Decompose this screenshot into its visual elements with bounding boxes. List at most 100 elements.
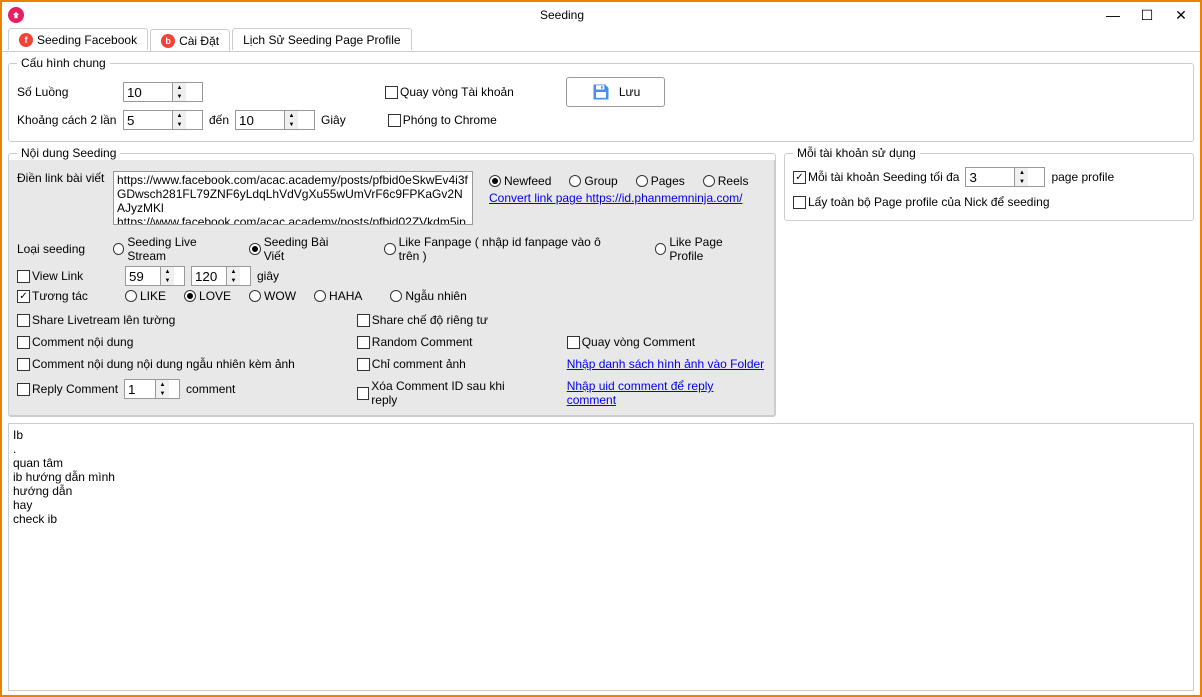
radio-icon — [489, 175, 501, 187]
facebook-icon: f — [19, 33, 33, 47]
chevron-up-icon[interactable]: ▲ — [156, 380, 169, 389]
gap-unit-label: Giây — [321, 113, 346, 127]
save-icon — [591, 82, 611, 102]
tab-label: Lịch Sử Seeding Page Profile — [243, 33, 400, 47]
gap-from-spinner[interactable]: ▲▼ — [123, 110, 203, 130]
checkbox-icon — [17, 270, 30, 283]
tab-settings[interactable]: b Cài Đặt — [150, 29, 230, 51]
radio-reels[interactable]: Reels — [703, 174, 749, 188]
seeding-type-label: Loại seeding — [17, 242, 107, 256]
commentrandimg-checkbox[interactable]: Comment nội dung nội dung ngẫu nhiên kèm… — [17, 357, 317, 371]
rotatecomment-checkbox[interactable]: Quay vòng Comment — [567, 335, 766, 349]
view-to-spinner[interactable]: ▲▼ — [191, 266, 251, 286]
chevron-down-icon[interactable]: ▼ — [161, 276, 174, 285]
zoom-chrome-checkbox[interactable]: Phóng to Chrome — [388, 113, 497, 127]
chevron-down-icon[interactable]: ▼ — [1015, 177, 1028, 186]
comments-textarea[interactable]: Ib . quan tâm ib hướng dẫn mình hướng dẫ… — [8, 423, 1194, 691]
reply-checkbox[interactable]: Reply Comment — [17, 382, 118, 396]
maximize-button[interactable]: ☐ — [1134, 5, 1160, 25]
allpage-checkbox[interactable]: Lấy toàn bộ Page profile của Nick để see… — [793, 195, 1050, 209]
threads-input[interactable] — [124, 83, 172, 101]
gap-to-label: đến — [209, 113, 229, 127]
account-usage-group: Mỗi tài khoản sử dụng Mỗi tài khoản Seed… — [784, 146, 1194, 221]
checkbox-icon — [357, 314, 370, 327]
radio-icon — [125, 290, 137, 302]
checkbox-icon — [388, 114, 401, 127]
commentnd-checkbox[interactable]: Comment nội dung — [17, 335, 317, 349]
chevron-up-icon[interactable]: ▲ — [285, 111, 298, 120]
checkbox-icon — [385, 86, 398, 99]
radio-icon — [113, 243, 124, 255]
radio-love[interactable]: LOVE — [184, 289, 231, 303]
delcommentid-checkbox[interactable]: Xóa Comment ID sau khi reply — [357, 379, 527, 407]
reply-count-spinner[interactable]: ▲▼ — [124, 379, 180, 399]
sharelive-checkbox[interactable]: Share Livetream lên tường — [17, 313, 317, 327]
tab-history[interactable]: Lịch Sử Seeding Page Profile — [232, 28, 411, 50]
links-textarea[interactable] — [113, 171, 473, 225]
shareprivate-checkbox[interactable]: Share chế độ riêng tư — [357, 313, 527, 327]
radio-newfeed[interactable]: Newfeed — [489, 174, 551, 188]
rotate-account-checkbox[interactable]: Quay vòng Tài khoản — [385, 85, 514, 99]
app-icon — [8, 7, 24, 23]
view-from-input[interactable] — [126, 267, 160, 285]
radio-like[interactable]: LIKE — [125, 289, 166, 303]
minimize-button[interactable]: — — [1100, 5, 1126, 25]
max-suffix-label: page profile — [1051, 170, 1114, 184]
chevron-up-icon[interactable]: ▲ — [1015, 168, 1028, 177]
radio-icon — [249, 243, 260, 255]
max-seeding-checkbox[interactable]: Mỗi tài khoản Seeding tối đa — [793, 170, 959, 184]
gap-from-input[interactable] — [124, 111, 172, 129]
save-button[interactable]: Lưu — [566, 77, 665, 107]
imgfolder-link[interactable]: Nhập danh sách hình ảnh vào Folder — [567, 357, 766, 371]
close-button[interactable]: ✕ — [1168, 5, 1194, 25]
radio-wow[interactable]: WOW — [249, 289, 296, 303]
chevron-down-icon[interactable]: ▼ — [285, 120, 298, 129]
checkbox-icon — [793, 171, 806, 184]
radio-pageprofile[interactable]: Like Page Profile — [655, 235, 754, 263]
radio-group[interactable]: Group — [569, 174, 617, 188]
save-label: Lưu — [619, 85, 640, 99]
radio-livestream[interactable]: Seeding Live Stream — [113, 235, 231, 263]
radio-icon — [636, 175, 648, 187]
chevron-up-icon[interactable]: ▲ — [227, 267, 240, 276]
gap-to-spinner[interactable]: ▲▼ — [235, 110, 315, 130]
checkbox-icon — [357, 387, 370, 400]
radio-post[interactable]: Seeding Bài Viết — [249, 235, 346, 263]
links-label: Điền link bài viết — [17, 171, 107, 185]
randomcomment-checkbox[interactable]: Random Comment — [357, 335, 527, 349]
radio-haha[interactable]: HAHA — [314, 289, 362, 303]
tab-label: Seeding Facebook — [37, 33, 137, 47]
uidcomment-link[interactable]: Nhập uid comment để reply comment — [567, 379, 766, 407]
gap-to-input[interactable] — [236, 111, 284, 129]
chevron-up-icon[interactable]: ▲ — [173, 83, 186, 92]
chevron-up-icon[interactable]: ▲ — [173, 111, 186, 120]
tab-seeding-facebook[interactable]: f Seeding Facebook — [8, 28, 148, 50]
checkbox-icon — [567, 336, 580, 349]
max-spinner[interactable]: ▲▼ — [965, 167, 1045, 187]
interact-checkbox[interactable]: Tương tác — [17, 289, 107, 303]
onlyimg-checkbox[interactable]: Chỉ comment ảnh — [357, 357, 527, 371]
settings-icon: b — [161, 34, 175, 48]
general-legend: Cấu hình chung — [17, 56, 110, 70]
view-unit-label: giây — [257, 269, 279, 283]
chevron-down-icon[interactable]: ▼ — [156, 389, 169, 398]
view-to-input[interactable] — [192, 267, 226, 285]
chevron-down-icon[interactable]: ▼ — [173, 92, 186, 101]
max-input[interactable] — [966, 168, 1014, 186]
chevron-down-icon[interactable]: ▼ — [173, 120, 186, 129]
view-from-spinner[interactable]: ▲▼ — [125, 266, 185, 286]
convert-link[interactable]: Convert link page https://id.phanmemninj… — [489, 191, 742, 205]
radio-random-reaction[interactable]: Ngẫu nhiên — [390, 289, 466, 303]
chevron-up-icon[interactable]: ▲ — [161, 267, 174, 276]
chevron-down-icon[interactable]: ▼ — [227, 276, 240, 285]
seeding-content-group: Nội dung Seeding Điền link bài viết Newf… — [8, 146, 776, 417]
radio-pages[interactable]: Pages — [636, 174, 685, 188]
reply-count-input[interactable] — [125, 380, 155, 398]
viewlink-checkbox[interactable]: View Link — [17, 269, 107, 283]
radio-icon — [384, 243, 395, 255]
radio-icon — [249, 290, 261, 302]
threads-spinner[interactable]: ▲▼ — [123, 82, 203, 102]
checkbox-icon — [17, 383, 30, 396]
seeding-legend: Nội dung Seeding — [17, 146, 120, 160]
radio-fanpage[interactable]: Like Fanpage ( nhập id fanpage vào ô trê… — [384, 235, 617, 263]
